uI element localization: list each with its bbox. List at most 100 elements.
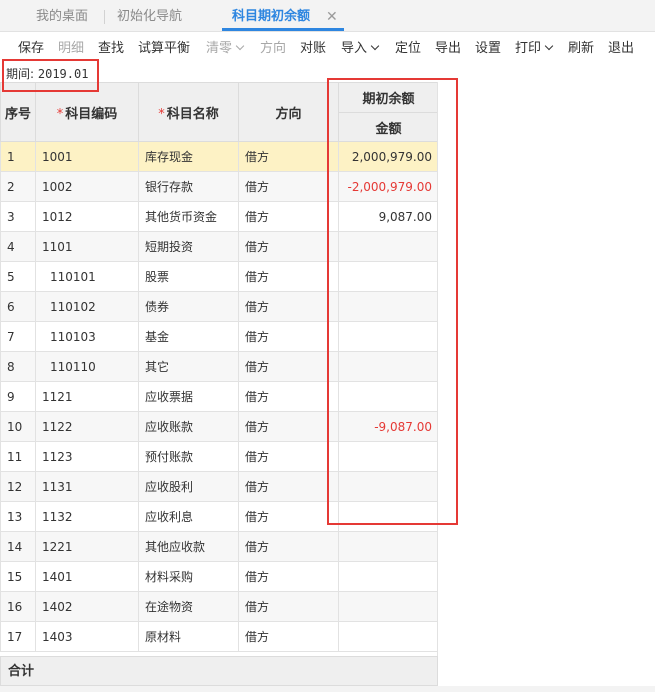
row-direction[interactable]: 借方 [238, 201, 339, 232]
exit-button[interactable]: 退出 [608, 34, 634, 64]
import-dropdown[interactable]: 导入 [341, 34, 380, 64]
table-row[interactable]: 6 110102 债券 借方 [0, 291, 437, 322]
row-amount[interactable] [338, 261, 437, 292]
table-row[interactable]: 13 1132 应收利息 借方 [0, 501, 437, 532]
find-button[interactable]: 查找 [98, 34, 124, 64]
row-name[interactable]: 应收账款 [138, 411, 239, 442]
row-code[interactable]: 1401 [35, 561, 139, 592]
table-row[interactable]: 3 1012 其他货币资金 借方 9,087.00 [0, 201, 437, 232]
table-row[interactable]: 5 110101 股票 借方 [0, 261, 437, 292]
row-code[interactable]: 1131 [35, 471, 139, 502]
row-amount[interactable] [338, 381, 437, 412]
table-row[interactable]: 10 1122 应收账款 借方 -9,087.00 [0, 411, 437, 442]
row-amount[interactable]: 9,087.00 [338, 201, 437, 232]
row-code[interactable]: 1101 [35, 231, 139, 262]
row-direction[interactable]: 借方 [238, 441, 339, 472]
row-amount[interactable]: 2,000,979.00 [338, 141, 437, 172]
row-name[interactable]: 预付账款 [138, 441, 239, 472]
row-code[interactable]: 1122 [35, 411, 139, 442]
row-name[interactable]: 基金 [138, 321, 239, 352]
row-name[interactable]: 应收票据 [138, 381, 239, 412]
row-code[interactable]: 1132 [35, 501, 139, 532]
row-amount[interactable]: -9,087.00 [338, 411, 437, 442]
row-name[interactable]: 债券 [138, 291, 239, 322]
row-name[interactable]: 在途物资 [138, 591, 239, 622]
row-code[interactable]: 110110 [35, 351, 139, 382]
trial-balance-button[interactable]: 试算平衡 [138, 34, 190, 64]
detail-button[interactable]: 明细 [58, 34, 84, 64]
row-name[interactable]: 短期投资 [138, 231, 239, 262]
row-code[interactable]: 1012 [35, 201, 139, 232]
table-row[interactable]: 7 110103 基金 借方 [0, 321, 437, 352]
row-direction[interactable]: 借方 [238, 501, 339, 532]
row-code[interactable]: 1123 [35, 441, 139, 472]
row-amount[interactable] [338, 321, 437, 352]
row-amount[interactable] [338, 621, 437, 652]
table-row[interactable]: 14 1221 其他应收款 借方 [0, 531, 437, 562]
clear-zero-dropdown[interactable]: 清零 [206, 34, 245, 64]
row-direction[interactable]: 借方 [238, 471, 339, 502]
row-amount[interactable] [338, 351, 437, 382]
table-row[interactable]: 2 1002 银行存款 借方 -2,000,979.00 [0, 171, 437, 202]
row-direction[interactable]: 借方 [238, 591, 339, 622]
row-code[interactable]: 1403 [35, 621, 139, 652]
row-direction[interactable]: 借方 [238, 531, 339, 562]
print-dropdown[interactable]: 打印 [515, 34, 554, 64]
row-direction[interactable]: 借方 [238, 321, 339, 352]
row-direction[interactable]: 借方 [238, 411, 339, 442]
row-direction[interactable]: 借方 [238, 171, 339, 202]
tab-init-navigation[interactable]: 初始化导航 [117, 0, 182, 32]
row-amount[interactable] [338, 531, 437, 562]
row-code[interactable]: 110103 [35, 321, 139, 352]
row-name[interactable]: 应收利息 [138, 501, 239, 532]
row-name[interactable]: 原材料 [138, 621, 239, 652]
table-row[interactable]: 12 1131 应收股利 借方 [0, 471, 437, 502]
row-code[interactable]: 110102 [35, 291, 139, 322]
row-code[interactable]: 1002 [35, 171, 139, 202]
row-code[interactable]: 1221 [35, 531, 139, 562]
row-name[interactable]: 银行存款 [138, 171, 239, 202]
export-button[interactable]: 导出 [435, 34, 461, 64]
row-direction[interactable]: 借方 [238, 261, 339, 292]
settings-button[interactable]: 设置 [475, 34, 501, 64]
row-direction[interactable]: 借方 [238, 381, 339, 412]
row-direction[interactable]: 借方 [238, 351, 339, 382]
row-amount[interactable] [338, 471, 437, 502]
col-header-code[interactable]: * 科目编码 [35, 82, 139, 142]
tab-my-desktop[interactable]: 我的桌面 [36, 0, 88, 32]
row-amount[interactable] [338, 591, 437, 622]
col-header-name[interactable]: * 科目名称 [138, 82, 239, 142]
direction-button[interactable]: 方向 [260, 34, 286, 64]
table-row[interactable]: 15 1401 材料采购 借方 [0, 561, 437, 592]
table-row[interactable]: 11 1123 预付账款 借方 [0, 441, 437, 472]
refresh-button[interactable]: 刷新 [568, 34, 594, 64]
row-amount[interactable] [338, 441, 437, 472]
row-direction[interactable]: 借方 [238, 231, 339, 262]
table-row[interactable]: 8 110110 其它 借方 [0, 351, 437, 382]
row-name[interactable]: 库存现金 [138, 141, 239, 172]
row-name[interactable]: 其他货币资金 [138, 201, 239, 232]
row-amount[interactable] [338, 561, 437, 592]
table-row[interactable]: 1 1001 库存现金 借方 2,000,979.00 [0, 141, 437, 172]
row-name[interactable]: 材料采购 [138, 561, 239, 592]
row-code[interactable]: 1121 [35, 381, 139, 412]
row-direction[interactable]: 借方 [238, 561, 339, 592]
reconcile-button[interactable]: 对账 [300, 34, 326, 64]
row-code[interactable]: 1001 [35, 141, 139, 172]
table-row[interactable]: 17 1403 原材料 借方 [0, 621, 437, 652]
row-name[interactable]: 应收股利 [138, 471, 239, 502]
save-button[interactable]: 保存 [18, 34, 44, 64]
col-header-direction[interactable]: 方向 [238, 82, 339, 142]
row-name[interactable]: 其他应收款 [138, 531, 239, 562]
row-code[interactable]: 1402 [35, 591, 139, 622]
row-amount[interactable]: -2,000,979.00 [338, 171, 437, 202]
table-row[interactable]: 16 1402 在途物资 借方 [0, 591, 437, 622]
table-row[interactable]: 9 1121 应收票据 借方 [0, 381, 437, 412]
row-code[interactable]: 110101 [35, 261, 139, 292]
row-amount[interactable] [338, 291, 437, 322]
row-direction[interactable]: 借方 [238, 141, 339, 172]
row-name[interactable]: 其它 [138, 351, 239, 382]
locate-button[interactable]: 定位 [395, 34, 421, 64]
row-name[interactable]: 股票 [138, 261, 239, 292]
row-direction[interactable]: 借方 [238, 621, 339, 652]
